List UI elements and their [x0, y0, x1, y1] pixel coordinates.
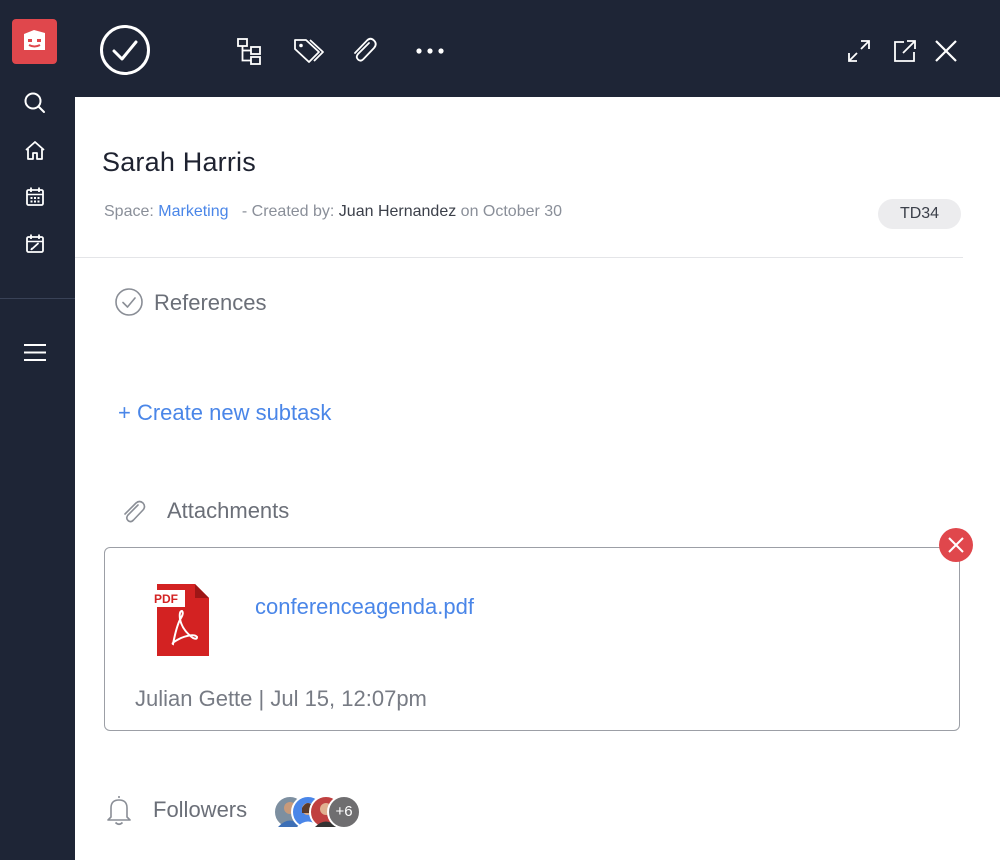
task-toolbar — [75, 0, 1000, 97]
check-circle-icon[interactable] — [99, 24, 151, 76]
expand-icon[interactable] — [845, 37, 873, 65]
sidebar-divider — [0, 298, 75, 299]
references-label: References — [154, 290, 267, 315]
create-subtask-link[interactable]: + Create new subtask — [118, 400, 331, 426]
created-by-label: - Created by: — [241, 203, 335, 220]
paperclip-icon — [118, 497, 148, 527]
open-external-icon[interactable] — [891, 37, 919, 65]
created-date: on October 30 — [460, 203, 563, 220]
task-title[interactable]: Sarah Harris — [102, 147, 256, 178]
pdf-file-icon: PDF — [147, 580, 217, 660]
task-detail-panel: Sarah Harris Space: Marketing - Created … — [75, 97, 1000, 860]
space-link[interactable]: Marketing — [158, 203, 228, 220]
paperclip-icon[interactable] — [347, 34, 379, 66]
search-icon[interactable] — [22, 90, 48, 116]
space-label: Space: — [104, 203, 154, 220]
tag-icon[interactable] — [292, 36, 326, 66]
attachments-label: Attachments — [167, 498, 290, 523]
more-icon[interactable] — [415, 44, 447, 56]
divider — [75, 257, 963, 258]
app-logo[interactable] — [12, 19, 57, 64]
followers-label: Followers — [153, 797, 248, 822]
sidebar — [0, 0, 75, 860]
close-icon[interactable] — [933, 38, 959, 64]
bell-icon — [104, 793, 134, 827]
subtask-tree-icon[interactable] — [235, 36, 265, 66]
task-meta: Space: Marketing - Created by: Juan Hern… — [104, 203, 562, 221]
hamburger-menu-icon[interactable] — [22, 340, 48, 366]
calendar-edit-icon[interactable] — [22, 231, 48, 257]
attachment-uploader-info: Julian Gette | Jul 15, 12:07pm — [135, 686, 427, 711]
remove-attachment-button[interactable] — [938, 527, 974, 563]
check-circle-icon — [114, 287, 144, 317]
followers-avatars[interactable]: +6 — [273, 795, 363, 829]
followers-extra-count: +6 — [327, 795, 361, 829]
attachment-file-link[interactable]: conferenceagenda.pdf — [255, 594, 474, 620]
pdf-type-label: PDF — [154, 592, 178, 606]
creator-name: Juan Hernandez — [338, 203, 457, 220]
home-icon[interactable] — [22, 138, 48, 164]
attachment-card[interactable]: PDF conferenceagenda.pdf Julian Gette | … — [104, 547, 960, 731]
task-id-badge: TD34 — [878, 199, 961, 229]
calendar-icon[interactable] — [22, 184, 48, 210]
